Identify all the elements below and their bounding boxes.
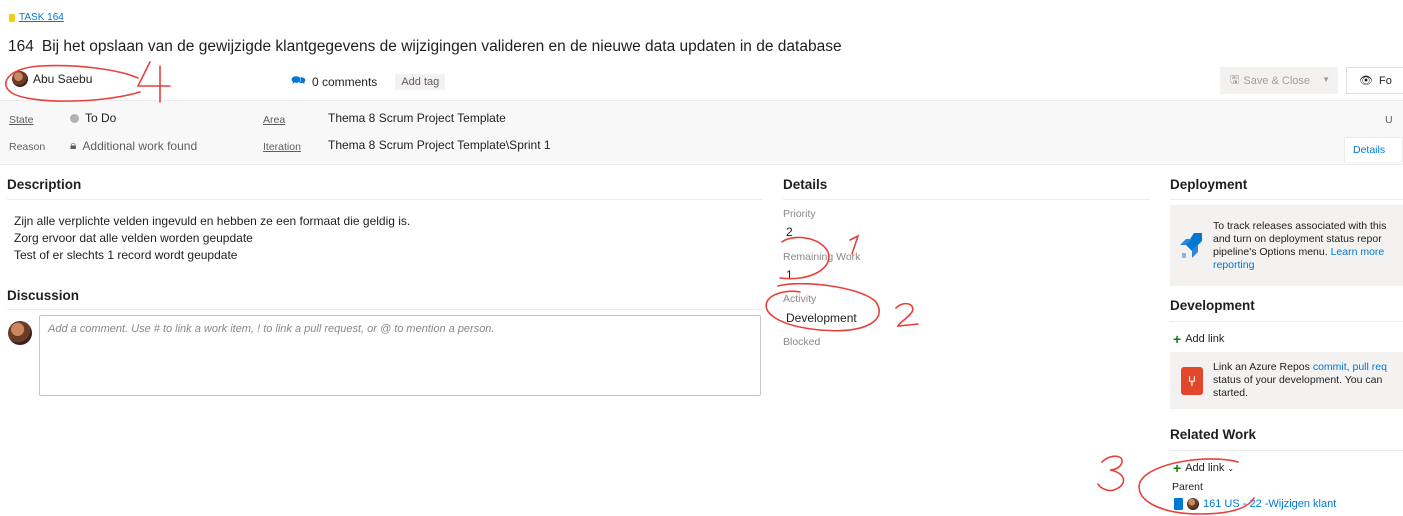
development-text: started.: [1213, 387, 1249, 399]
chevron-down-icon: ⌄: [1227, 463, 1235, 473]
reason-field[interactable]: 🔒︎ Additional work found: [70, 138, 197, 153]
comment-icon: 🗪: [291, 73, 306, 87]
state-value: To Do: [85, 111, 117, 125]
blocked-label: Blocked: [783, 336, 821, 348]
discussion-divider: [7, 309, 762, 310]
annotation-number-4: [136, 61, 171, 103]
tab-details[interactable]: Details: [1344, 137, 1403, 162]
save-icon: 🖫: [1230, 74, 1240, 86]
repos-icon: ⑂: [1181, 367, 1203, 395]
related-work-heading: Related Work: [1170, 427, 1257, 442]
comments-count[interactable]: 0 comments: [312, 75, 377, 89]
development-add-link-button[interactable]: + Add link: [1173, 331, 1224, 347]
save-close-button[interactable]: 🖫 Save & Close ▼: [1220, 67, 1338, 94]
description-body[interactable]: Zijn alle verplichte velden ingevuld en …: [14, 213, 410, 264]
remaining-work-value[interactable]: 1: [786, 268, 793, 282]
deployment-divider: [1170, 199, 1403, 200]
parent-work-item[interactable]: 161 US - 22 -Wijzigen klant: [1174, 498, 1336, 510]
development-heading: Development: [1170, 298, 1255, 313]
development-text: status of your development. You can: [1213, 374, 1383, 386]
state-field[interactable]: To Do: [70, 111, 116, 125]
avatar: [1187, 498, 1199, 510]
updated-label: U: [1385, 114, 1393, 126]
task-icon: [9, 13, 15, 22]
description-line: Test of er slechts 1 record wordt geupda…: [14, 248, 238, 262]
commit-link[interactable]: commit, pull req: [1313, 361, 1387, 373]
avatar: [8, 321, 32, 345]
deployment-heading: Deployment: [1170, 177, 1248, 192]
work-item-title: Bij het opslaan van de gewijzigde klantg…: [41, 38, 842, 55]
remaining-work-label: Remaining Work: [783, 251, 861, 263]
page-title[interactable]: 164 Bij het opslaan van de gewijzigde kla…: [8, 38, 842, 56]
priority-value[interactable]: 2: [786, 225, 793, 239]
reporting-link[interactable]: reporting: [1213, 259, 1386, 272]
comments-area: 🗪 0 comments Add tag: [291, 71, 446, 92]
development-text: Link an Azure Repos: [1213, 361, 1310, 373]
parent-label: Parent: [1172, 481, 1203, 493]
reason-label: Reason: [9, 141, 46, 153]
add-link-label: Add link: [1185, 333, 1225, 345]
lock-icon: 🔒︎: [70, 138, 77, 152]
task-type-link[interactable]: TASK 164: [9, 12, 64, 23]
development-divider: [1170, 321, 1403, 322]
details-heading: Details: [783, 177, 828, 192]
user-story-icon: [1174, 498, 1183, 510]
iteration-value[interactable]: Thema 8 Scrum Project Template\Sprint 1: [328, 138, 551, 152]
annotation-number-3: [1097, 455, 1125, 492]
deployment-card: To track releases associated with this a…: [1170, 205, 1403, 286]
assignee-name: Abu Saebu: [33, 72, 93, 86]
follow-button[interactable]: 👁 Fo: [1346, 67, 1403, 94]
area-label: Area: [263, 114, 286, 126]
avatar: [12, 71, 28, 87]
annotation-number-2: [895, 302, 919, 327]
description-line: Zorg ervoor dat alle velden worden geupd…: [14, 231, 253, 245]
description-divider: [7, 199, 762, 200]
eye-icon: 👁: [1359, 75, 1373, 87]
plus-icon: +: [1173, 331, 1182, 347]
add-tag-button[interactable]: Add tag: [395, 73, 446, 90]
details-divider: [783, 199, 1150, 200]
task-link-label: TASK 164: [19, 12, 64, 23]
comment-placeholder: Add a comment. Use # to link a work item…: [48, 323, 495, 335]
tab-details-label: Details: [1353, 144, 1386, 156]
area-value[interactable]: Thema 8 Scrum Project Template: [328, 111, 506, 125]
activity-label: Activity: [783, 293, 817, 305]
description-line: Zijn alle verplichte velden ingevuld en …: [14, 214, 411, 228]
state-dot-icon: [70, 113, 79, 123]
deployment-text: and turn on deployment status repor: [1213, 233, 1382, 245]
plus-icon: +: [1173, 460, 1182, 476]
assignee-picker[interactable]: Abu Saebu: [12, 71, 92, 87]
development-card: ⑂ Link an Azure Repos commit, pull req s…: [1170, 352, 1403, 409]
related-add-link-button[interactable]: + Add link ⌄: [1173, 460, 1234, 476]
discussion-heading: Discussion: [7, 288, 80, 303]
activity-value[interactable]: Development: [786, 311, 857, 325]
work-item-id: 164: [8, 38, 34, 55]
chevron-down-icon[interactable]: ▼: [1322, 75, 1330, 84]
description-heading: Description: [7, 177, 82, 192]
deployment-text: pipeline's Options menu.: [1213, 246, 1328, 258]
follow-label: Fo: [1378, 74, 1392, 87]
learn-more-link[interactable]: Learn more: [1331, 246, 1385, 258]
state-label: State: [9, 114, 34, 126]
reason-value: Additional work found: [82, 138, 198, 153]
priority-label: Priority: [783, 208, 816, 220]
iteration-label: Iteration: [263, 141, 301, 153]
related-work-divider: [1170, 450, 1403, 451]
deployment-text: To track releases associated with this: [1213, 220, 1387, 232]
comment-input[interactable]: Add a comment. Use # to link a work item…: [39, 315, 761, 396]
parent-item-link: 161 US - 22 -Wijzigen klant: [1203, 498, 1337, 510]
save-close-label: Save & Close: [1243, 74, 1311, 87]
add-link-label: Add link: [1185, 462, 1225, 474]
state-bar: [0, 100, 1403, 165]
rocket-icon: [1180, 233, 1202, 258]
